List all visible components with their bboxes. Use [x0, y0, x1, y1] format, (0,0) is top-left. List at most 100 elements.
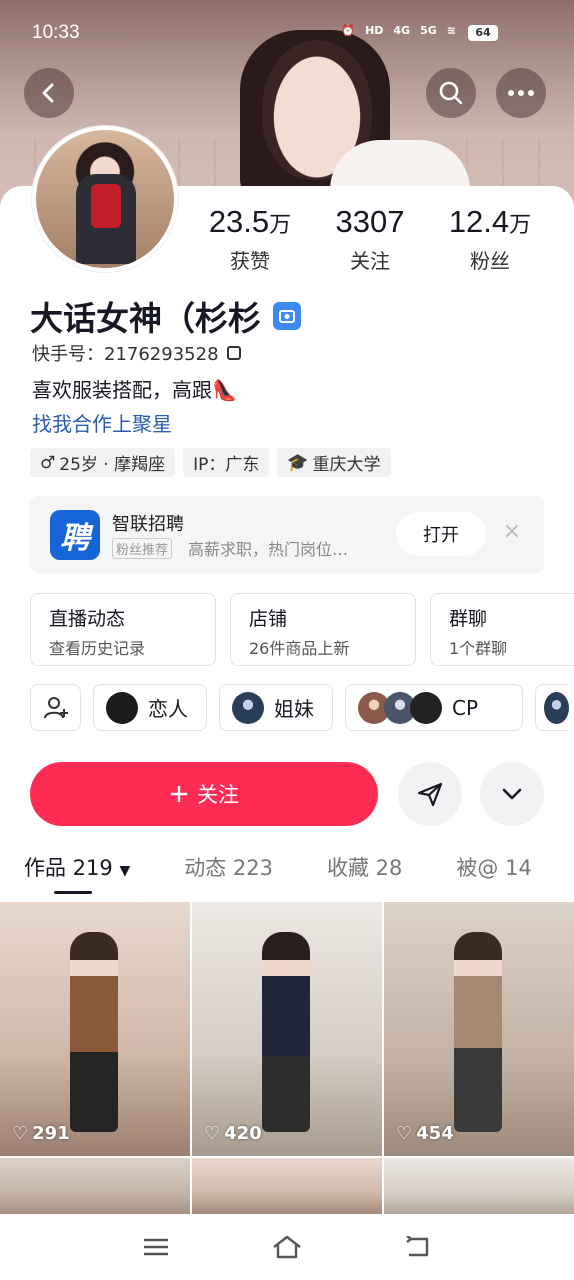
- relation-lover-avatar: [106, 691, 138, 724]
- chevron-down-icon: [502, 788, 522, 800]
- menu-icon: [143, 1238, 168, 1256]
- video-thumbnail[interactable]: [384, 1158, 574, 1218]
- plus-icon: [171, 786, 187, 802]
- heart-icon: ♡: [12, 1123, 29, 1144]
- relation-sister-avatar: [232, 691, 264, 724]
- ad-close-icon[interactable]: ×: [500, 520, 524, 544]
- wifi-icon: ≋: [446, 24, 456, 37]
- shortcut-live-sub: 查看历史记录: [49, 639, 146, 658]
- stat-likes-label: 获赞: [230, 249, 270, 273]
- video-likes: 420: [224, 1123, 262, 1144]
- ad-open-button[interactable]: 打开: [396, 512, 486, 556]
- tag-age-text: 25岁 · 摩羯座: [59, 455, 166, 475]
- relation-more-avatar: [544, 691, 569, 724]
- shortcut-live[interactable]: 直播动态 查看历史记录: [30, 593, 216, 666]
- relation-more[interactable]: [535, 684, 569, 731]
- heart-icon: ♡: [204, 1123, 221, 1144]
- status-bar: 10:33 ⏰ HD 4G 5G ≋ 64: [0, 0, 574, 64]
- relation-lover[interactable]: 恋人: [93, 684, 207, 731]
- shortcut-live-title: 直播动态: [49, 608, 126, 630]
- video-likes: 291: [32, 1123, 70, 1144]
- bio-text: 喜欢服装搭配，高跟👠: [32, 378, 237, 402]
- shortcut-shop-sub: 26件商品上新: [249, 639, 350, 658]
- graduation-cap-icon: 🎓: [287, 452, 309, 473]
- video-likes: 454: [416, 1123, 454, 1144]
- video-thumbnail[interactable]: ♡ 291: [0, 902, 190, 1156]
- back-icon: [42, 83, 54, 103]
- signal-5g-icon: 5G: [420, 24, 437, 37]
- relation-sister-label: 姐妹: [274, 697, 314, 721]
- video-thumbnail[interactable]: ♡ 454: [384, 902, 574, 1156]
- shortcut-group-sub: 1个群聊: [449, 639, 508, 658]
- ad-logo-icon: 聘: [50, 510, 100, 560]
- home-icon: [273, 1235, 301, 1259]
- video-grid: ♡ 291 ♡ 420 ♡ 454: [0, 902, 574, 1218]
- tag-school-text: 重庆大学: [312, 455, 381, 475]
- avatar[interactable]: [32, 126, 178, 272]
- message-button[interactable]: [398, 762, 462, 826]
- copy-icon[interactable]: [226, 346, 241, 360]
- stat-followers-label: 粉丝: [470, 249, 510, 273]
- collab-link[interactable]: 找我合作上聚星: [32, 408, 172, 437]
- content-tabs: 作品 219 ▼ 动态 223 收藏 28 被@ 14: [0, 852, 574, 894]
- video-thumbnail[interactable]: ♡ 420: [192, 902, 382, 1156]
- more-icon: [508, 90, 534, 96]
- more-button[interactable]: [496, 68, 546, 118]
- add-user-icon: [43, 696, 68, 718]
- nav-back-button[interactable]: [398, 1232, 438, 1262]
- expand-button[interactable]: [480, 762, 544, 826]
- ad-description: 高薪求职，热门岗位…: [188, 540, 349, 559]
- nav-menu-button[interactable]: [136, 1232, 176, 1262]
- tab-works-label: 作品 219: [24, 856, 113, 880]
- stat-followers[interactable]: 12.4万 粉丝: [430, 204, 550, 274]
- tab-works[interactable]: 作品 219 ▼: [24, 852, 131, 894]
- ad-banner[interactable]: 聘 智联招聘 粉丝推荐 高薪求职，热门岗位… 打开 ×: [30, 496, 544, 573]
- shortcut-group-chat[interactable]: 群聊 1个群聊: [430, 593, 574, 666]
- video-thumbnail[interactable]: [0, 1158, 190, 1218]
- stat-likes-number: 23.5: [208, 204, 270, 239]
- follow-label: 关注: [197, 783, 239, 807]
- nav-home-button[interactable]: [267, 1232, 307, 1262]
- follow-button[interactable]: 关注: [30, 762, 378, 826]
- status-time: 10:33: [32, 22, 80, 43]
- add-relation-button[interactable]: [30, 684, 81, 731]
- back-button[interactable]: [24, 68, 74, 118]
- alarm-icon: ⏰: [341, 24, 356, 37]
- ad-title: 智联招聘: [112, 514, 184, 535]
- system-nav-bar: [0, 1214, 574, 1280]
- video-thumbnail[interactable]: [192, 1158, 382, 1218]
- tab-posts[interactable]: 动态 223: [184, 852, 273, 882]
- gender-icon: ♂: [40, 452, 56, 473]
- user-id: 快手号：2176293528: [32, 344, 219, 365]
- tab-works-dropdown-icon: ▼: [119, 863, 131, 879]
- stat-following-number: 3307: [335, 204, 405, 239]
- stat-following-label: 关注: [350, 249, 390, 273]
- heart-icon: ♡: [396, 1123, 413, 1144]
- shortcut-group-title: 群聊: [449, 608, 488, 630]
- verified-badge-icon[interactable]: [273, 302, 301, 330]
- stat-following[interactable]: 3307 关注: [310, 204, 430, 274]
- shortcut-shop[interactable]: 店铺 26件商品上新: [230, 593, 416, 666]
- tag-ip: IP：广东: [183, 448, 270, 477]
- stats-row: 23.5万 获赞 3307 关注 12.4万 粉丝: [190, 204, 574, 274]
- shortcut-shop-title: 店铺: [249, 608, 288, 630]
- send-icon: [417, 782, 443, 807]
- relation-cp[interactable]: CP: [345, 684, 523, 731]
- stat-likes[interactable]: 23.5万 获赞: [190, 204, 310, 274]
- tab-mentions[interactable]: 被@ 14: [456, 852, 531, 882]
- stat-likes-unit: 万: [269, 212, 292, 237]
- tag-school[interactable]: 🎓 重庆大学: [277, 448, 391, 477]
- relation-cp-label: CP: [452, 695, 479, 720]
- tab-favorites[interactable]: 收藏 28: [327, 852, 402, 882]
- battery-icon: 64: [468, 25, 498, 41]
- relation-sister[interactable]: 姐妹: [219, 684, 333, 731]
- shortcut-row: 直播动态 查看历史记录 店铺 26件商品上新 群聊 1个群聊: [30, 593, 574, 666]
- signal-4g-icon: 4G: [393, 24, 411, 37]
- stat-followers-unit: 万: [509, 212, 532, 237]
- hd-icon: HD: [365, 24, 384, 37]
- profile-name: 大话女神（杉杉: [30, 299, 261, 338]
- relations-row: 恋人 姐妹 CP: [30, 684, 569, 731]
- search-button[interactable]: [426, 68, 476, 118]
- profile-tags: ♂ 25岁 · 摩羯座 IP：广东 🎓 重庆大学: [30, 448, 391, 477]
- tag-ip-text: IP：广东: [193, 455, 260, 475]
